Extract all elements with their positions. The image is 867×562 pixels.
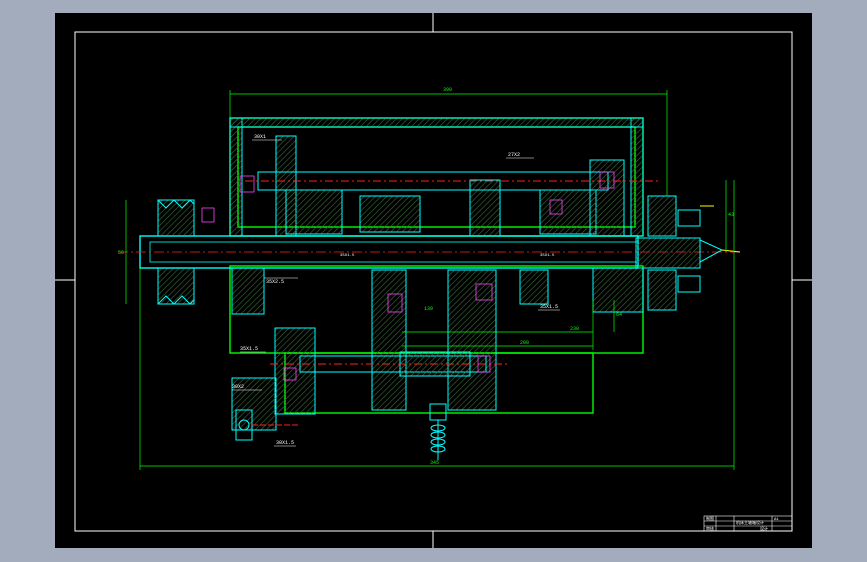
dim-130: 130 <box>424 306 433 312</box>
dim-overall-top: 390 <box>443 87 452 93</box>
note-35x1-5-d: 35X1.5 <box>540 254 555 258</box>
note-30x2: 30X2 <box>232 384 244 390</box>
dim-200: 200 <box>520 340 529 346</box>
note-35x2-5: 35X2.5 <box>266 279 284 285</box>
note-35x1-5-b: 35X1.5 <box>540 304 558 310</box>
dim-height-right: 43 <box>728 212 734 218</box>
dim-64: 64 <box>616 312 622 318</box>
dim-230: 230 <box>570 326 579 332</box>
note-35x1-5-c: 35X1.5 <box>340 254 355 258</box>
note-30x1-5: 30X1.5 <box>276 440 294 446</box>
note-27x2: 27X2 <box>508 152 520 158</box>
title-block-drawing-no: A1 <box>774 518 779 522</box>
dim-height-left: 56 <box>118 250 124 256</box>
dim-overall-bottom: 345 <box>430 460 439 466</box>
note-35x1-5-a: 35X1.5 <box>240 346 258 352</box>
feed-shaft <box>270 351 510 377</box>
note-30x1: 30X1 <box>254 134 266 140</box>
